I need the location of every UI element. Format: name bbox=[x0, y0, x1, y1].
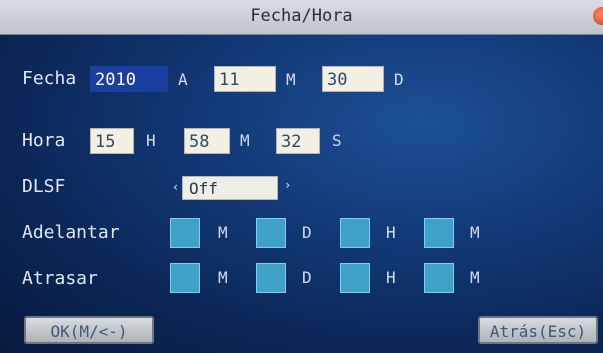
dlsf-label: DLSF bbox=[22, 176, 66, 197]
dlsf-next-icon[interactable]: › bbox=[284, 178, 291, 192]
minute-field[interactable]: 58 bbox=[184, 128, 230, 154]
back-button[interactable]: Atrás(Esc) bbox=[478, 316, 598, 344]
year-field[interactable]: 2010 bbox=[90, 66, 168, 92]
atrasar-hour-box[interactable] bbox=[340, 263, 370, 293]
adelantar-label: Adelantar bbox=[22, 222, 120, 243]
atrasar-day-box[interactable] bbox=[256, 263, 286, 293]
hour-unit: H bbox=[146, 131, 156, 150]
fecha-label: Fecha bbox=[22, 68, 77, 89]
dlsf-prev-icon[interactable]: ‹ bbox=[172, 180, 179, 194]
title-bar: Fecha/Hora bbox=[0, 0, 603, 35]
ok-button[interactable]: OK(M/<-) bbox=[24, 316, 154, 344]
adelantar-minute-unit: M bbox=[470, 223, 480, 242]
month-unit: M bbox=[286, 70, 296, 89]
adelantar-hour-box[interactable] bbox=[340, 218, 370, 248]
hour-field[interactable]: 15 bbox=[90, 128, 134, 154]
atrasar-minute-unit: M bbox=[470, 268, 480, 287]
window-title: Fecha/Hora bbox=[250, 6, 353, 26]
atrasar-hour-unit: H bbox=[386, 268, 396, 287]
dlsf-select[interactable]: Off bbox=[182, 176, 278, 200]
atrasar-month-unit: M bbox=[218, 268, 228, 287]
atrasar-label: Atrasar bbox=[22, 268, 98, 289]
day-unit: D bbox=[394, 70, 404, 89]
atrasar-month-box[interactable] bbox=[170, 263, 200, 293]
adelantar-month-unit: M bbox=[218, 223, 228, 242]
adelantar-minute-box[interactable] bbox=[424, 218, 454, 248]
minute-unit: M bbox=[240, 131, 250, 150]
atrasar-minute-box[interactable] bbox=[424, 263, 454, 293]
adelantar-day-box[interactable] bbox=[256, 218, 286, 248]
second-field[interactable]: 32 bbox=[276, 128, 320, 154]
second-unit: S bbox=[332, 131, 342, 150]
year-unit: A bbox=[178, 70, 188, 89]
atrasar-day-unit: D bbox=[302, 268, 312, 287]
month-field[interactable]: 11 bbox=[214, 66, 276, 92]
day-field[interactable]: 30 bbox=[322, 66, 384, 92]
adelantar-hour-unit: H bbox=[386, 223, 396, 242]
hora-label: Hora bbox=[22, 130, 66, 151]
adelantar-day-unit: D bbox=[302, 223, 312, 242]
adelantar-month-box[interactable] bbox=[170, 218, 200, 248]
